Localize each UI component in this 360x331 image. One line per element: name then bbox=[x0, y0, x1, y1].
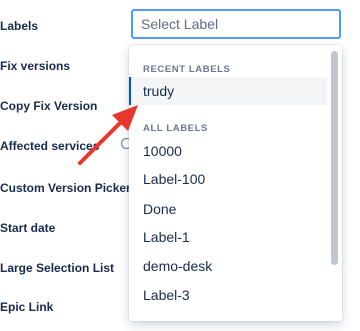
red-arrow-annotation bbox=[78, 105, 138, 165]
